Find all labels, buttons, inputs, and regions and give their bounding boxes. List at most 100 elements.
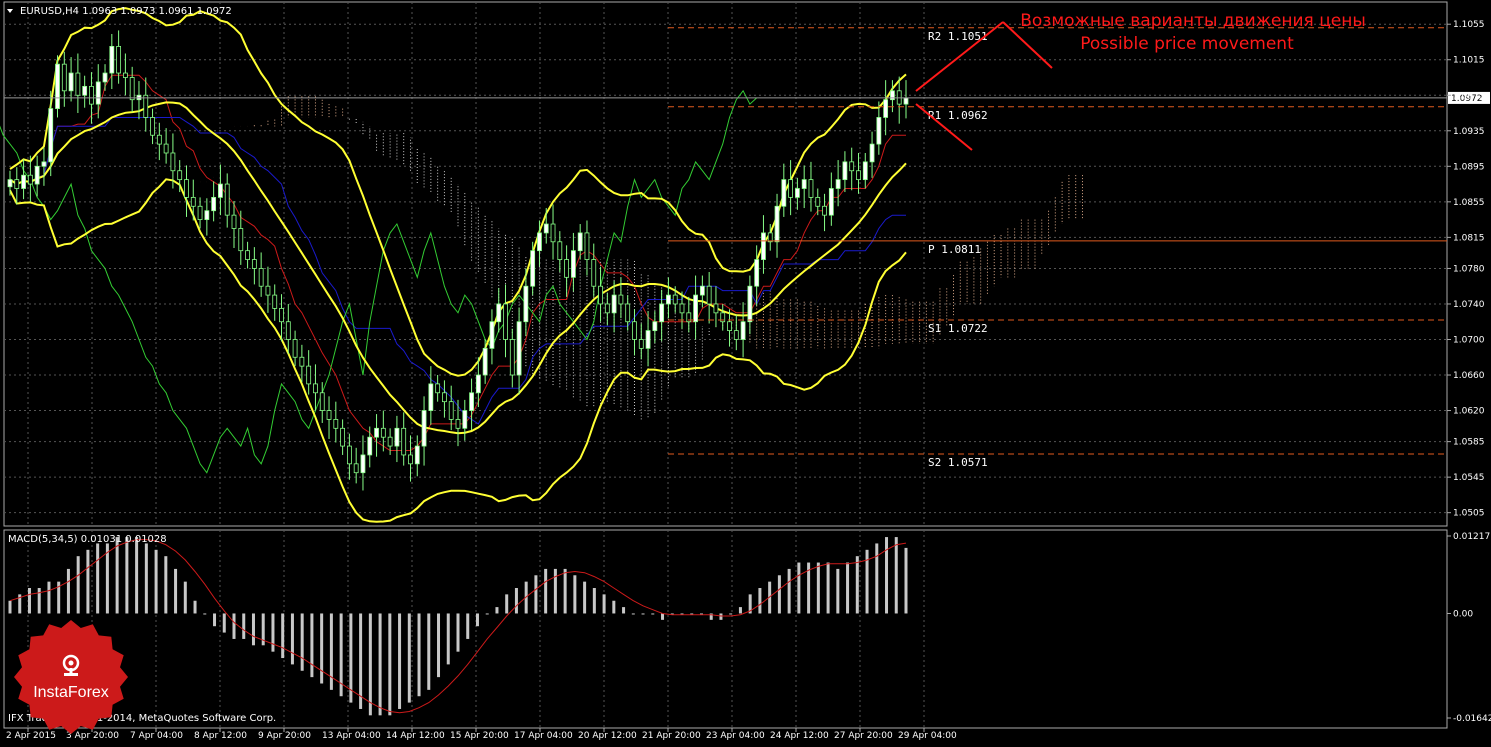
candle-body <box>565 260 569 278</box>
x-tick-label: 7 Apr 04:00 <box>130 731 183 741</box>
candle-body <box>666 295 670 304</box>
bollinger-middle-line <box>10 102 906 433</box>
candle-body <box>327 411 331 420</box>
candle-body <box>157 135 161 144</box>
candle-body <box>76 73 80 95</box>
macd-bar <box>885 537 888 613</box>
y-tick-label: 1.0780 <box>1453 264 1485 274</box>
candle-body <box>442 393 446 402</box>
x-tick-label: 20 Apr 12:00 <box>578 731 637 741</box>
macd-bar <box>515 588 518 613</box>
candle-body <box>884 100 888 118</box>
candle-body <box>761 233 765 260</box>
macd-bar <box>418 613 421 696</box>
x-tick-label: 23 Apr 04:00 <box>706 731 765 741</box>
candle-body <box>15 180 19 189</box>
macd-bar <box>174 569 177 614</box>
y-tick-label: 1.1015 <box>1453 56 1485 66</box>
candle-body <box>307 366 311 384</box>
macd-bar <box>554 569 557 614</box>
candle-body <box>246 251 250 260</box>
price-chart[interactable]: R2 1.1051R1 1.0962P 1.0811S1 1.0722S2 1.… <box>0 0 1491 743</box>
macd-bar <box>310 613 313 677</box>
candle-body <box>388 437 392 446</box>
macd-bar <box>86 550 89 614</box>
candle-body <box>42 162 46 166</box>
candle-body <box>436 384 440 393</box>
macd-bar <box>408 613 411 702</box>
macd-bar <box>603 594 606 613</box>
candle-body <box>599 286 603 304</box>
candle-body <box>375 428 379 437</box>
x-tick-label: 8 Apr 12:00 <box>194 731 247 741</box>
logo-mark-icon <box>58 652 84 678</box>
kijun-sen-line <box>10 118 906 424</box>
macd-bar <box>369 613 372 715</box>
macd-panel-frame <box>4 530 1447 728</box>
candle-body <box>877 117 881 144</box>
candle-body <box>178 171 182 180</box>
macd-bar <box>184 582 187 614</box>
macd-bar <box>632 613 635 614</box>
macd-bar <box>593 588 596 613</box>
candle-body <box>524 286 528 322</box>
pivot-label: R1 1.0962 <box>928 109 988 122</box>
candle-body <box>782 180 786 207</box>
candle-body <box>456 419 460 428</box>
y-tick-label: 1.0585 <box>1453 438 1485 448</box>
macd-bar <box>573 575 576 613</box>
candle-body <box>368 437 372 455</box>
y-tick-label: 1.0895 <box>1453 162 1485 172</box>
candle-body <box>28 175 32 184</box>
macd-bar <box>895 537 898 613</box>
candle-body <box>164 144 168 153</box>
candle-body <box>205 211 209 220</box>
macd-bar <box>125 537 128 613</box>
candle-body <box>700 286 704 295</box>
candle-body <box>551 224 555 242</box>
candle-body <box>103 73 107 82</box>
macd-bar <box>612 601 615 614</box>
candle-body <box>402 428 406 455</box>
y-tick-label: 1.0740 <box>1453 300 1485 310</box>
candle-body <box>280 308 284 321</box>
macd-bar <box>642 613 645 614</box>
y-tick-label: 1.0700 <box>1453 335 1485 345</box>
candle-body <box>212 197 216 210</box>
candle-body <box>347 446 351 464</box>
candle-body <box>904 98 908 104</box>
indicator-lines <box>0 8 906 522</box>
candle-body <box>470 393 474 411</box>
macd-bar <box>651 613 654 614</box>
macd-bar <box>281 613 284 658</box>
candle-body <box>117 46 121 73</box>
macd-bar <box>817 563 820 614</box>
grid <box>4 2 1447 728</box>
macd-bar <box>661 613 664 619</box>
macd-bar <box>788 569 791 614</box>
macd-bar <box>447 613 450 664</box>
candle-body <box>748 286 752 322</box>
macd-bar <box>758 588 761 613</box>
macd-bar <box>729 613 732 614</box>
candle-body <box>605 304 609 313</box>
macd-bar <box>856 556 859 613</box>
y-tick-label: 1.0660 <box>1453 371 1485 381</box>
candle-body <box>225 184 229 215</box>
candle-body <box>619 295 623 304</box>
macd-bar <box>797 563 800 614</box>
title-dropdown-icon[interactable] <box>7 9 13 13</box>
candle-body <box>56 64 60 108</box>
macd-bar <box>778 575 781 613</box>
x-tick-label: 14 Apr 12:00 <box>386 731 445 741</box>
candle-body <box>415 446 419 464</box>
candle-body <box>836 180 840 189</box>
candle-body <box>96 82 100 104</box>
pivot-label: S2 1.0571 <box>928 456 988 469</box>
x-tick-label: 17 Apr 04:00 <box>514 731 573 741</box>
macd-bar <box>145 543 148 613</box>
candle-body <box>558 242 562 260</box>
macd-bar <box>252 613 255 645</box>
candle-body <box>510 339 514 375</box>
candle-body <box>89 86 93 104</box>
